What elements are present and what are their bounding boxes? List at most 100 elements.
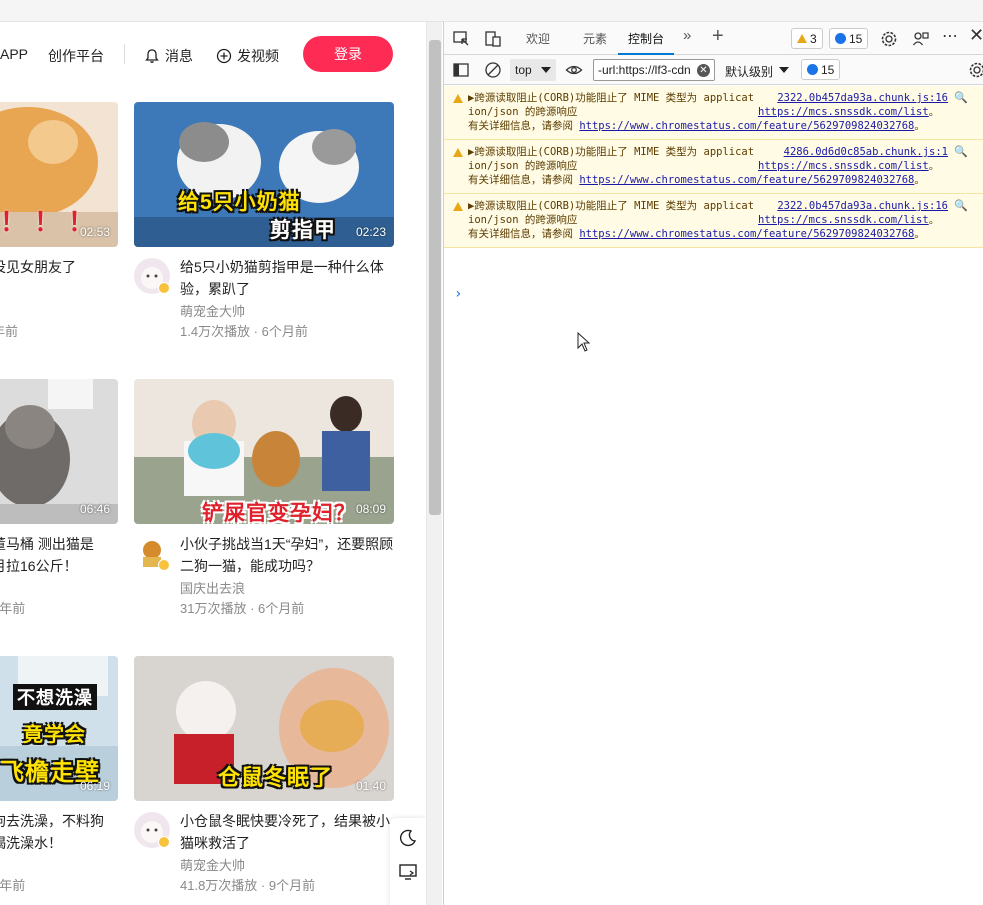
video-meta: 41.8万次播放 · 9个月前	[180, 878, 316, 893]
video-thumbnail[interactable]: 06:46	[0, 379, 118, 524]
video-thumbnail[interactable]: 仓鼠冬眠了 01:40	[134, 656, 394, 801]
video-feed-page: APP 创作平台 消息 发视频 登录 ！！！ 02:53 没见女朋友了 年前 0	[0, 22, 426, 905]
messages-badge[interactable]: 15	[829, 28, 869, 49]
thumbnail-overlay-text: 仓鼠冬眠了	[218, 765, 334, 790]
video-duration: 01:40	[355, 779, 386, 793]
video-author[interactable]: 国庆出去浪	[180, 578, 245, 597]
video-title[interactable]: 小仓鼠冬眠快要冷死了，结果被小猫咪救活了	[180, 810, 400, 854]
search-icon[interactable]: 🔍	[954, 145, 968, 159]
inspect-icon[interactable]	[452, 30, 470, 48]
log-level-selector[interactable]: 默认级别	[725, 63, 773, 80]
cast-icon[interactable]	[398, 862, 418, 882]
scrollbar-thumb[interactable]	[429, 40, 441, 515]
close-icon[interactable]: ✕	[969, 25, 983, 46]
side-toolbar	[390, 818, 426, 905]
console-warning[interactable]: 2322.0b457da93a.chunk.js:16 🔍 ▶跨源读取阻止(CO…	[444, 194, 983, 248]
console-warning[interactable]: 2322.0b457da93a.chunk.js:16 🔍 ▶跨源读取阻止(CO…	[444, 86, 983, 140]
search-icon[interactable]: 🔍	[954, 91, 968, 105]
video-duration: 02:23	[355, 225, 386, 239]
warning-icon	[453, 202, 463, 211]
video-meta: 1.4万次播放 · 6个月前	[180, 324, 308, 339]
warning-text: 。	[914, 174, 925, 186]
video-duration: 08:09	[355, 502, 386, 516]
video-author[interactable]: 萌宠金大帅	[180, 301, 245, 320]
video-meta: 31万次播放 · 6个月前	[180, 601, 305, 616]
page-scrollbar[interactable]	[426, 22, 442, 905]
video-title[interactable]: 给5只小奶猫剪指甲是一种什么体验，累趴了	[180, 256, 400, 300]
video-title[interactable]: 小伙子挑战当1天“孕妇”，还要照顾二狗一猫，能成功吗？	[180, 533, 400, 577]
post-video-link[interactable]: 发视频	[216, 46, 279, 66]
url-link[interactable]: https://www.chromestatus.com/feature/562…	[579, 120, 914, 132]
message-icon	[835, 33, 846, 44]
video-author[interactable]: 萌宠金大帅	[180, 855, 245, 874]
message-icon	[807, 64, 818, 75]
source-link[interactable]: 4286.0d6d0c85ab.chunk.js:1	[784, 145, 948, 159]
source-link[interactable]: 2322.0b457da93a.chunk.js:16	[777, 91, 948, 105]
sidebar-icon[interactable]	[452, 61, 470, 79]
login-button[interactable]: 登录	[303, 36, 393, 72]
device-toggle-icon[interactable]	[484, 30, 502, 48]
warning-text: ▶跨源读取阻止(CORB)功能阻止了 MIME 类型为 application/…	[468, 146, 755, 172]
url-link[interactable]: https://www.chromestatus.com/feature/562…	[579, 228, 914, 240]
gear-icon[interactable]	[968, 61, 983, 79]
verified-badge	[158, 282, 170, 294]
warning-text: ▶跨源读取阻止(CORB)功能阻止了 MIME 类型为 application/…	[468, 92, 755, 118]
eye-icon[interactable]	[565, 61, 583, 79]
chevron-down-icon	[779, 67, 789, 73]
verified-badge	[158, 559, 170, 571]
chevron-down-icon	[541, 67, 551, 73]
video-title[interactable]: 董马桶 测出猫是 月拉16公斤！	[0, 533, 112, 577]
warning-text: 。	[914, 120, 925, 132]
browser-top-strip	[0, 0, 983, 22]
console-warning[interactable]: 4286.0d6d0c85ab.chunk.js:1 🔍 ▶跨源读取阻止(COR…	[444, 140, 983, 194]
clear-filter-icon[interactable]: ✕	[697, 64, 710, 77]
context-selector[interactable]: top	[510, 59, 556, 81]
download-app-link[interactable]: APP	[0, 46, 28, 62]
plus-circle-icon	[216, 48, 232, 64]
tab-console[interactable]: 控制台	[628, 30, 664, 47]
url-link[interactable]: https://www.chromestatus.com/feature/562…	[579, 174, 914, 186]
thumbnail-overlay-text: 不想洗澡	[13, 684, 97, 710]
video-thumbnail[interactable]: ！！！ 02:53	[0, 102, 118, 247]
plus-icon[interactable]: +	[712, 25, 724, 48]
warning-icon	[453, 148, 463, 157]
console-toolbar: top -url:https://lf3-cdn ✕ 默认级别 15	[444, 55, 983, 85]
warning-icon	[453, 94, 463, 103]
gear-icon[interactable]	[880, 30, 898, 48]
video-thumbnail[interactable]: 铲屎官变孕妇？ 08:09	[134, 379, 394, 524]
thumbnail-overlay-text: 剪指甲	[270, 219, 336, 242]
chevron-double-right-icon[interactable]: »	[683, 27, 691, 44]
toolbar-messages-badge[interactable]: 15	[801, 59, 841, 80]
share-icon[interactable]	[912, 30, 930, 48]
thumbnail-overlay-text: 给5只小奶猫	[178, 191, 301, 214]
creator-platform-link[interactable]: 创作平台	[48, 46, 104, 66]
warning-text: ▶跨源读取阻止(CORB)功能阻止了 MIME 类型为 application/…	[468, 200, 755, 226]
video-title[interactable]: 没见女朋友了	[0, 256, 112, 278]
tab-welcome[interactable]: 欢迎	[526, 30, 550, 47]
devtools-tab-bar: 欢迎 元素 控制台 » + 3 15 ⋯ ✕	[444, 22, 983, 55]
video-meta: 年前	[0, 324, 19, 339]
source-link[interactable]: 2322.0b457da93a.chunk.js:16	[777, 199, 948, 213]
messages-link[interactable]: 消息	[144, 46, 193, 66]
video-thumbnail[interactable]: 不想洗澡 竟学会 飞檐走壁 06:19	[0, 656, 118, 801]
warnings-badge[interactable]: 3	[791, 28, 823, 49]
search-icon[interactable]: 🔍	[954, 199, 968, 213]
tab-elements[interactable]: 元素	[583, 30, 607, 47]
bell-icon	[145, 49, 159, 63]
warning-icon	[797, 34, 807, 43]
mouse-cursor-icon	[577, 332, 591, 352]
video-thumbnail[interactable]: 给5只小奶猫 剪指甲 02:23	[134, 102, 394, 247]
url-link[interactable]: https://mcs.snssdk.com/list	[758, 106, 929, 118]
video-duration: 06:46	[79, 502, 110, 516]
console-prompt[interactable]: ›	[454, 286, 462, 302]
video-title[interactable]: 狗去洗澡，不料狗 喝洗澡水！	[0, 810, 112, 854]
clear-console-icon[interactable]	[484, 61, 502, 79]
moon-icon[interactable]	[398, 828, 418, 848]
page-header: APP 创作平台 消息 发视频 登录	[0, 22, 426, 86]
thumbnail-overlay-text: 竟学会	[23, 724, 86, 746]
thumbnail-overlay-text: 铲屎官变孕妇？	[202, 502, 356, 524]
url-link[interactable]: https://mcs.snssdk.com/list	[758, 160, 929, 172]
video-duration: 06:19	[79, 779, 110, 793]
ellipsis-icon[interactable]: ⋯	[942, 26, 958, 46]
url-link[interactable]: https://mcs.snssdk.com/list	[758, 214, 929, 226]
